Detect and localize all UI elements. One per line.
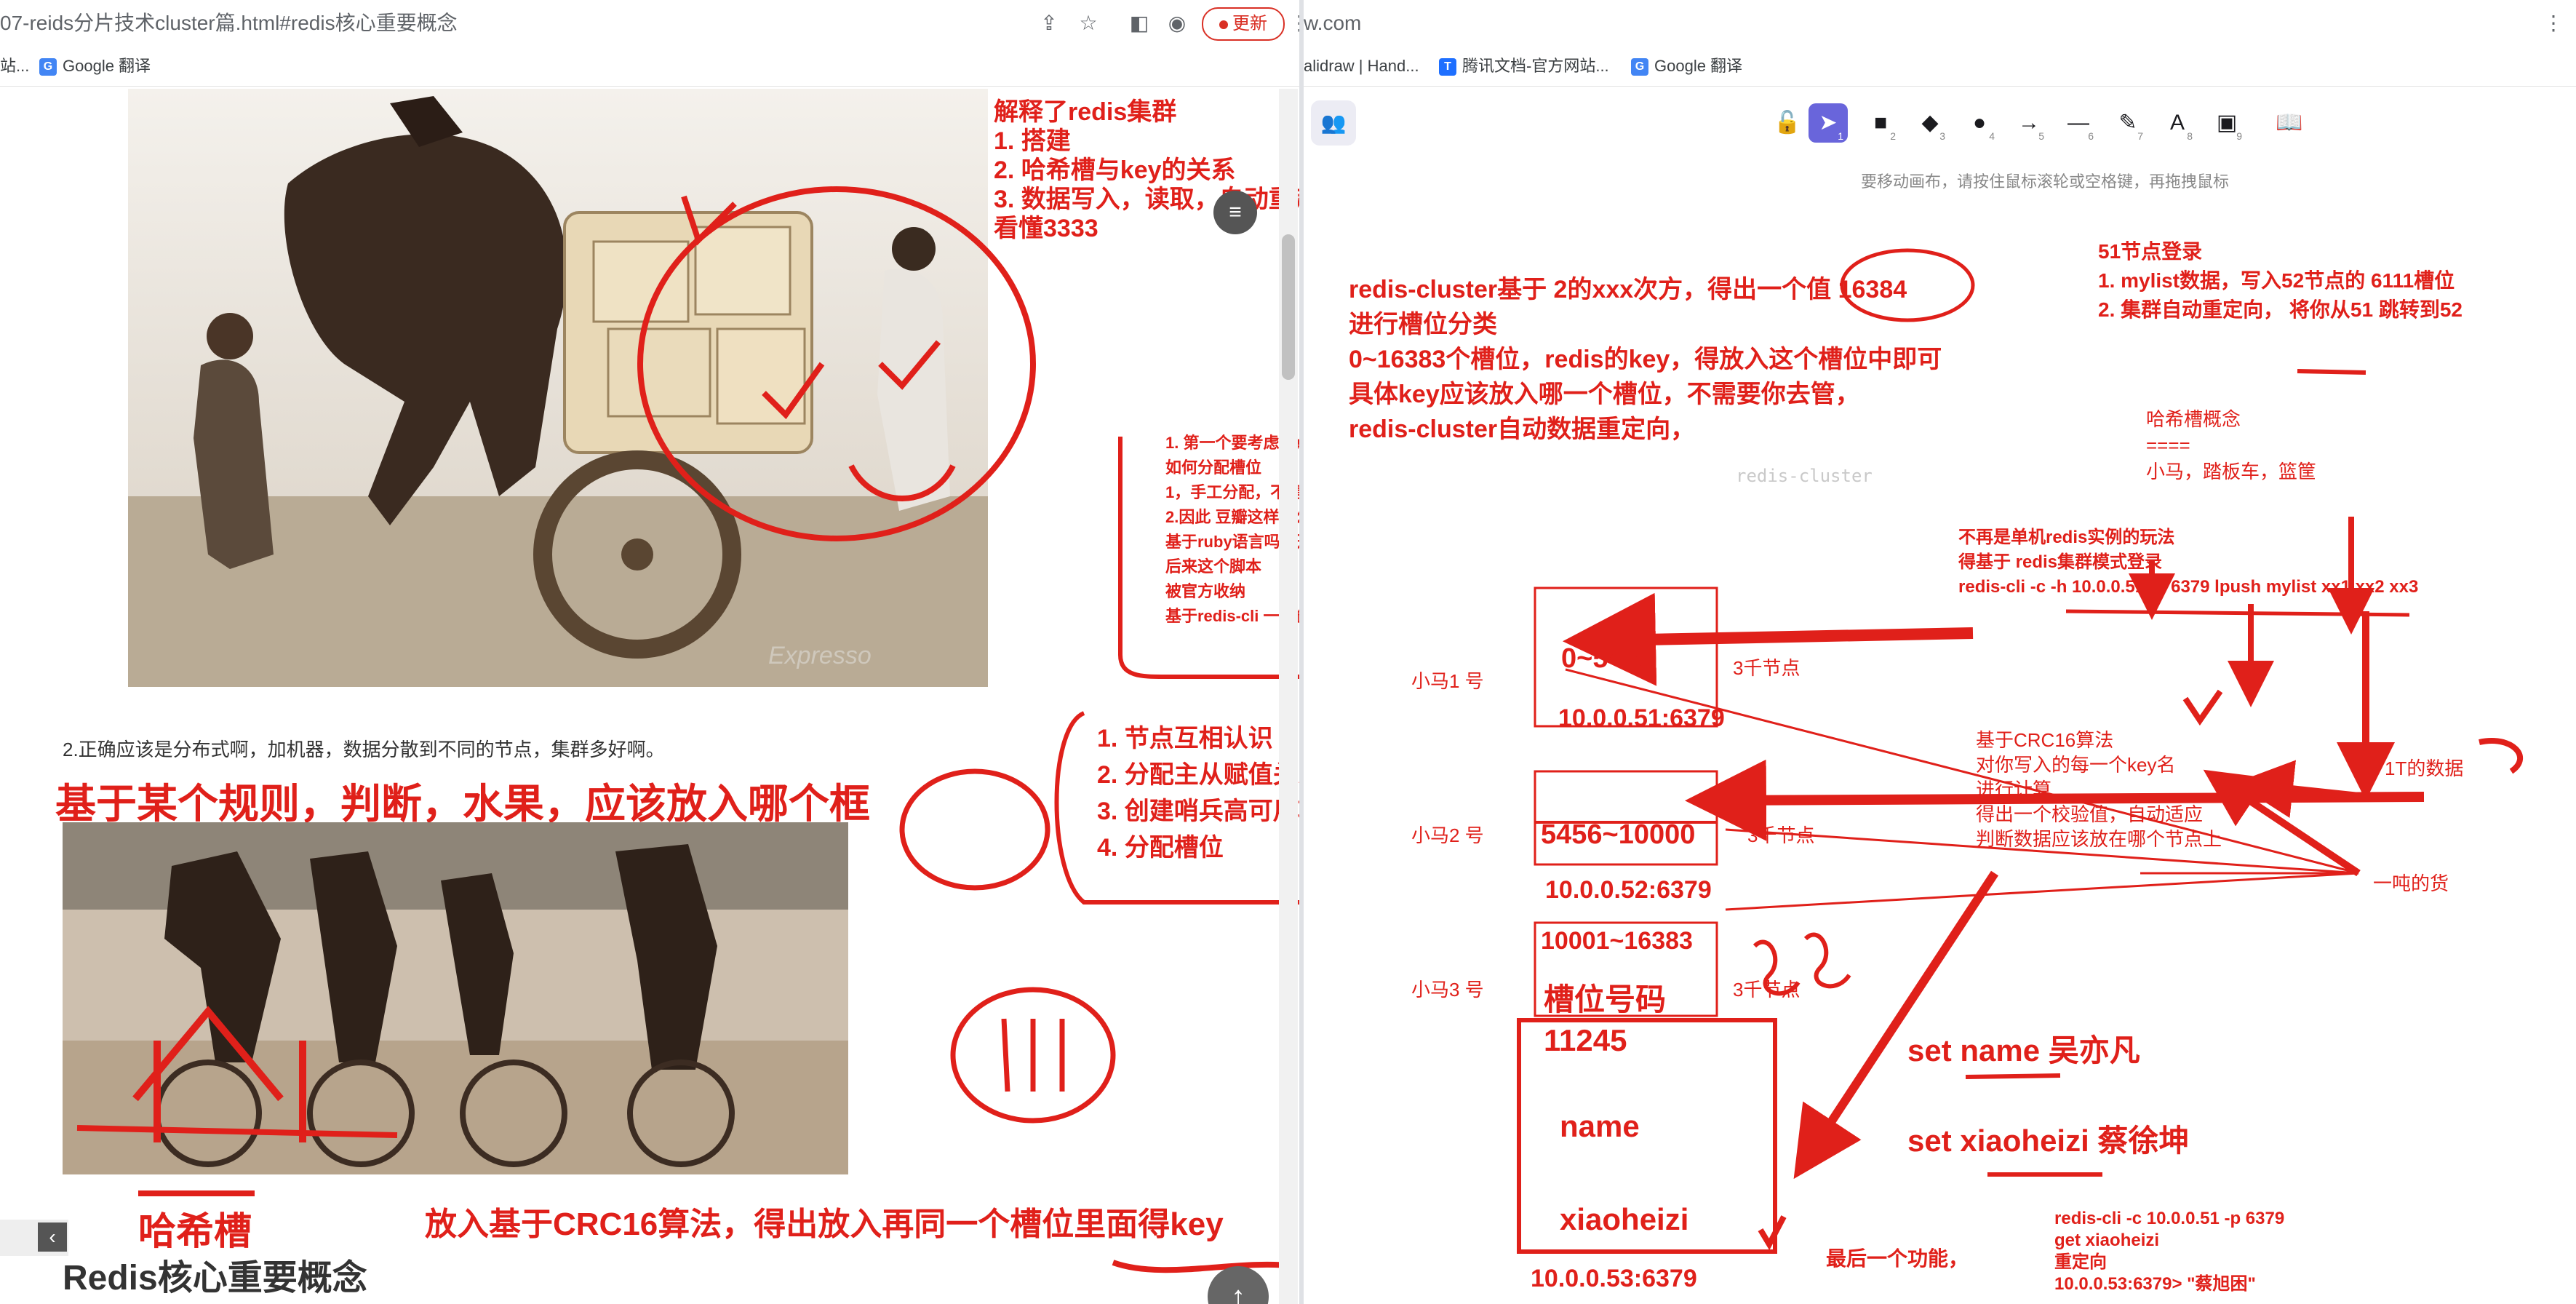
crc-explain-1: 基于CRC16算法: [1976, 729, 2114, 751]
cluster-mode-3: redis-cli -c -h 10.0.0.51 -p 6379 lpush …: [1958, 577, 2419, 597]
arrow-to-slot-box[interactable]: [1793, 870, 1999, 1180]
node3-range: 10001~16383: [1541, 927, 1693, 955]
crc-explain-4: 得出一个校验值，自动适应: [1976, 803, 2204, 825]
node2-range: 5456~10000: [1541, 819, 1696, 850]
scribble-1t: [2479, 738, 2523, 774]
scribble-s2: [1803, 932, 1851, 989]
underline-login: [2297, 369, 2366, 375]
node1-range: 0~5455: [1561, 643, 1654, 674]
crc-note: 放入基于CRC16算法，得出放入再同一个槽位里面得key: [425, 1206, 1224, 1242]
step-2: 2. 分配主从赋值关系: [1097, 761, 1299, 789]
cluster-notes: redis-cluster基于 2的xxx次方，得出一个值 16384 进行槽位…: [1349, 272, 1942, 447]
crc-explain-5: 判断数据应该放在哪个节点上: [1976, 828, 2222, 850]
smile-curve: [848, 464, 956, 501]
slot-key-name: name: [1560, 1109, 1640, 1143]
scribble-loop: [899, 768, 1050, 891]
redirect-note-1: redis-cli -c 10.0.0.51 -p 6379: [2054, 1209, 2285, 1228]
node2-addr: 10.0.0.52:6379: [1545, 876, 1712, 904]
crc-explain-3: 进行计算: [1976, 779, 2052, 800]
check-mark-1: [762, 362, 825, 420]
red-note-line-1: 解释了redis集群: [994, 98, 1177, 126]
step-1: 1. 节点互相认识: [1097, 725, 1273, 752]
hash-concept-2: ====: [2146, 434, 2190, 456]
node1-addr: 10.0.0.51:6379: [1558, 704, 1725, 732]
underline-crc: [1112, 1260, 1296, 1273]
node2-label: 小马2 号: [1411, 824, 1484, 846]
cluster-note-5: redis-cluster自动数据重定向，: [1349, 416, 1696, 443]
cluster-note-2: 进行槽位分类: [1349, 311, 1497, 338]
hash-slot-label: 哈希槽: [138, 1211, 252, 1253]
chevron-left-icon[interactable]: ‹: [38, 1222, 67, 1252]
node3-count: 3千节点: [1733, 979, 1801, 1001]
redirect-notes: redis-cli -c 10.0.0.51 -p 6379 get xiaoh…: [2054, 1208, 2284, 1295]
hash-concept-3: 小马，踏板车，篮筐: [2146, 461, 2317, 482]
login-note-1: 51节点登录: [2098, 240, 2203, 263]
faint-redis-cluster-label: redis-cluster: [1736, 466, 1873, 486]
login-note-2: 1. mylist数据，写入52节点的 6111槽位: [2098, 269, 2455, 292]
node1-count: 3千节点: [1733, 657, 1801, 679]
scribble-111: [1001, 1018, 1065, 1092]
login-notes: 51节点登录 1. mylist数据，写入52节点的 6111槽位 2. 集群自…: [2098, 237, 2463, 325]
big-red-rule-text: 基于某个规则，判断，水果，应该放入哪个框: [55, 781, 870, 827]
left-browser-window: 07-reids分片技术cluster篇.html#redis核心重要概念 ⇪ …: [0, 0, 1299, 1304]
line-ton-5[interactable]: [1725, 872, 2359, 911]
horse-race-image: [63, 822, 848, 1174]
node2-count: 3千节点: [1747, 824, 1815, 846]
slot-box-title: 槽位号码: [1544, 982, 1667, 1017]
slot-number: 11245: [1544, 1023, 1627, 1057]
step-4: 4. 分配槽位: [1097, 834, 1224, 862]
setup-steps: 1. 节点互相认识 2. 分配主从赋值关系 3. 创建哨兵高可用功能 4. 分配…: [1097, 720, 1299, 866]
node3-label: 小马3 号: [1411, 979, 1484, 1001]
redirect-note-2: get xiaoheizi: [2054, 1231, 2160, 1250]
cluster-mode-2: 得基于 redis集群模式登录: [1958, 552, 2163, 572]
one-ton-goods-label: 一吨的货: [2373, 872, 2449, 894]
horse-race-photo: [63, 822, 848, 1174]
last-feature-note: 最后一个功能，: [1826, 1247, 1969, 1270]
slot-key-xiaoheizi: xiaoheizi: [1560, 1202, 1689, 1236]
login-note-3: 2. 集群自动重定向， 将你从51 跳转到52: [2098, 298, 2463, 321]
step-3: 3. 创建哨兵高可用功能: [1097, 798, 1299, 825]
underline-set1: [1965, 1073, 2061, 1079]
set-cmd-2: set xiaoheizi 蔡徐坤: [1907, 1124, 2190, 1158]
red-note-line-3: 2. 哈希槽与key的关系: [994, 156, 1236, 184]
arrow-to-node1[interactable]: [1563, 592, 1974, 686]
redirect-note-3: 重定向: [2054, 1252, 2107, 1272]
check-mark-2: [878, 340, 941, 390]
crc-explanation: 基于CRC16算法 对你写入的每一个key名 进行计算 得出一个校验值，自动适应…: [1976, 728, 2222, 851]
crc-explain-2: 对你写入的每一个key名: [1976, 754, 2176, 776]
set-cmd-1: set name 吴亦凡: [1907, 1033, 2140, 1068]
red-note-line-2: 1. 搭建: [994, 127, 1071, 155]
one-t-data-label: 1T的数据: [2385, 758, 2464, 779]
right-browser-window: w.com ⋮ alidraw | Hand... T 腾讯文档-官方网站... …: [1304, 0, 2576, 1304]
underline-cmd: [2065, 609, 2410, 617]
node1-label: 小马1 号: [1411, 670, 1484, 692]
cluster-note-3: 0~16383个槽位，redis的key，得放入这个槽位中即可: [1349, 346, 1942, 373]
left-scrollbar-thumb[interactable]: [1282, 234, 1295, 380]
section-heading: Redis核心重要概念: [63, 1259, 367, 1297]
redirect-note-4: 10.0.0.53:6379> "蔡旭困": [2054, 1274, 2256, 1294]
cluster-note-1: redis-cluster基于 2的xxx次方，得出一个值 16384: [1349, 276, 1907, 303]
hash-concept-1: 哈希槽概念: [2146, 408, 2241, 430]
check-mark-crc: [2182, 689, 2223, 726]
hamburger-menu-icon[interactable]: ≡: [1213, 191, 1257, 234]
cluster-mode-notes: 不再是单机redis实例的玩法 得基于 redis集群模式登录 redis-cl…: [1958, 525, 2418, 600]
hash-concept-notes: 哈希槽概念 ==== 小马，踏板车，篮筐: [2146, 406, 2316, 485]
doc-paragraph: 2.正确应该是分布式啊，加机器，数据分散到不同的节点，集群多好啊。: [63, 739, 665, 760]
node3-addr: 10.0.0.53:6379: [1531, 1265, 1697, 1292]
check-mark-xiaoheizi: [1758, 1215, 1787, 1251]
cluster-note-4: 具体key应该放入哪一个槽位，不需要你去管，: [1349, 381, 1860, 408]
cluster-mode-1: 不再是单机redis实例的玩法: [1958, 528, 2175, 547]
canvas-drawing: [1517, 248, 2523, 1254]
left-scrollbar[interactable]: [1279, 89, 1298, 1304]
